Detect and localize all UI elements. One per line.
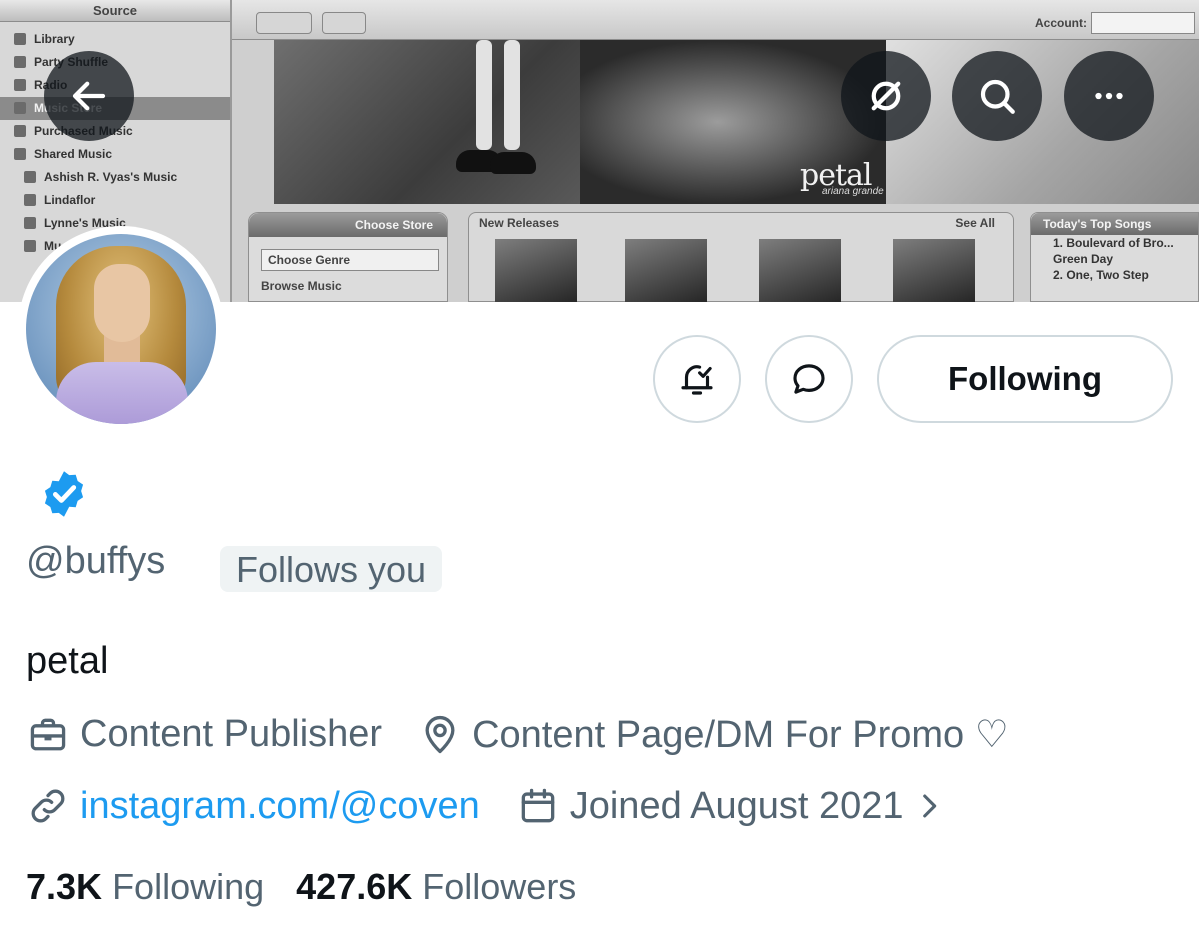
followers-stat[interactable]: 427.6K Followers [296, 866, 576, 907]
banner-home-button [322, 12, 366, 34]
profile-bio: petal [26, 640, 109, 682]
followers-label: Followers [422, 866, 577, 907]
banner-source-icon [24, 217, 36, 229]
banner-top-song: 1. Boulevard of Bro... [1053, 236, 1174, 250]
notifications-button[interactable] [653, 335, 741, 423]
banner-source-label: Lindaflor [44, 193, 96, 207]
following-button[interactable]: Following [877, 335, 1173, 423]
follows-you-badge: Follows you [220, 546, 443, 592]
banner-source-label: Shared Music [34, 147, 113, 161]
location-pin-icon [425, 715, 455, 753]
profile-stats: 7.3K Following 427.6K Followers [26, 866, 576, 908]
profile-website[interactable]: instagram.com/@coven [26, 784, 480, 828]
back-arrow-icon [72, 81, 106, 111]
profile-website-link[interactable]: instagram.com/@coven [80, 785, 480, 828]
profile-meta-row-2: instagram.com/@coven Joined August 2021 [26, 784, 946, 828]
chevron-right-icon [922, 794, 936, 818]
banner-account-label: Account: [1035, 16, 1087, 30]
banner-album-thumb [759, 239, 841, 302]
profile-location: Content Page/DM For Promo ♡ [418, 712, 1009, 757]
banner-source-label: Ashish R. Vyas's Music [44, 170, 178, 184]
banner-album-thumb [495, 239, 577, 302]
profile-location-label: Content Page/DM For Promo ♡ [472, 714, 1009, 756]
banner-nav-buttons [256, 12, 312, 34]
banner-source-icon [24, 240, 36, 252]
banner-source-item: Shared Music [0, 143, 230, 166]
calendar-icon [521, 788, 555, 823]
banner-album-subcaption: ariana grande [822, 186, 884, 197]
banner-source-list: LibraryParty ShuffleRadioMusic StorePurc… [0, 22, 230, 258]
banner-source-item: Lindaflor [0, 189, 230, 212]
briefcase-icon [30, 718, 66, 750]
banner-source-icon [14, 125, 26, 137]
banner-see-all: See All [955, 216, 995, 230]
more-button[interactable] [1064, 51, 1154, 141]
search-button[interactable] [952, 51, 1042, 141]
back-button[interactable] [44, 51, 134, 141]
banner-source-icon [14, 33, 26, 45]
profile-joined-label: Joined August 2021 [569, 784, 904, 827]
banner-source-label: Library [34, 32, 75, 46]
banner-new-releases-panel: New Releases See All [468, 212, 1014, 302]
banner-new-releases-title: New Releases [479, 216, 560, 230]
banner-source-icon [14, 148, 26, 160]
bell-check-icon [681, 365, 713, 395]
banner-top-song: Green Day [1053, 252, 1114, 266]
slashed-circle-icon [871, 81, 901, 111]
profile-meta-row-1: Content Publisher Content Page/DM For Pr… [26, 712, 1009, 757]
banner-choose-genre: Choose Genre [261, 249, 439, 271]
profile-handle: @buffys [26, 540, 166, 582]
following-stat[interactable]: 7.3K Following [26, 866, 264, 907]
banner-source-item: Library [0, 28, 230, 51]
banner-source-icon [24, 194, 36, 206]
banner-legs-figure [456, 40, 536, 180]
chat-bubble-icon [793, 364, 825, 394]
banner-source-icon [14, 56, 26, 68]
banner-photo-street [274, 40, 580, 204]
followers-count: 427.6K [296, 866, 413, 907]
banner-toolbar: Account: [232, 0, 1199, 40]
banner-source-icon [14, 79, 26, 91]
banner-photo-flowers [886, 40, 1199, 204]
banner-album-thumb [893, 239, 975, 302]
banner-source-icon [24, 171, 36, 183]
banner-choose-store: Choose Store [249, 213, 447, 237]
profile-joined[interactable]: Joined August 2021 [516, 784, 946, 828]
profile-category: Content Publisher [26, 713, 382, 757]
link-icon [31, 789, 65, 823]
more-icon [1095, 92, 1123, 100]
banner-browse-music: Browse Music [261, 279, 342, 293]
search-icon [980, 79, 1015, 114]
grok-button[interactable] [841, 51, 931, 141]
verified-badge-icon[interactable] [38, 468, 90, 520]
avatar-image [26, 234, 216, 424]
banner-source-item: Ashish R. Vyas's Music [0, 166, 230, 189]
profile-avatar[interactable] [18, 226, 224, 432]
following-count: 7.3K [26, 866, 103, 907]
profile-category-label: Content Publisher [80, 713, 383, 755]
following-label: Following [112, 866, 265, 907]
banner-source-icon [14, 102, 26, 114]
banner-store-panel: Choose Store Choose Genre Browse Music [248, 212, 448, 302]
banner-source-header: Source [0, 0, 230, 22]
message-button[interactable] [765, 335, 853, 423]
banner-album-thumb [625, 239, 707, 302]
banner-account-field [1091, 12, 1195, 34]
banner-top-song: 2. One, Two Step [1053, 268, 1149, 282]
banner-top-songs-header: Today's Top Songs [1031, 213, 1198, 235]
banner-top-songs-panel: Today's Top Songs 1. Boulevard of Bro...… [1030, 212, 1199, 302]
